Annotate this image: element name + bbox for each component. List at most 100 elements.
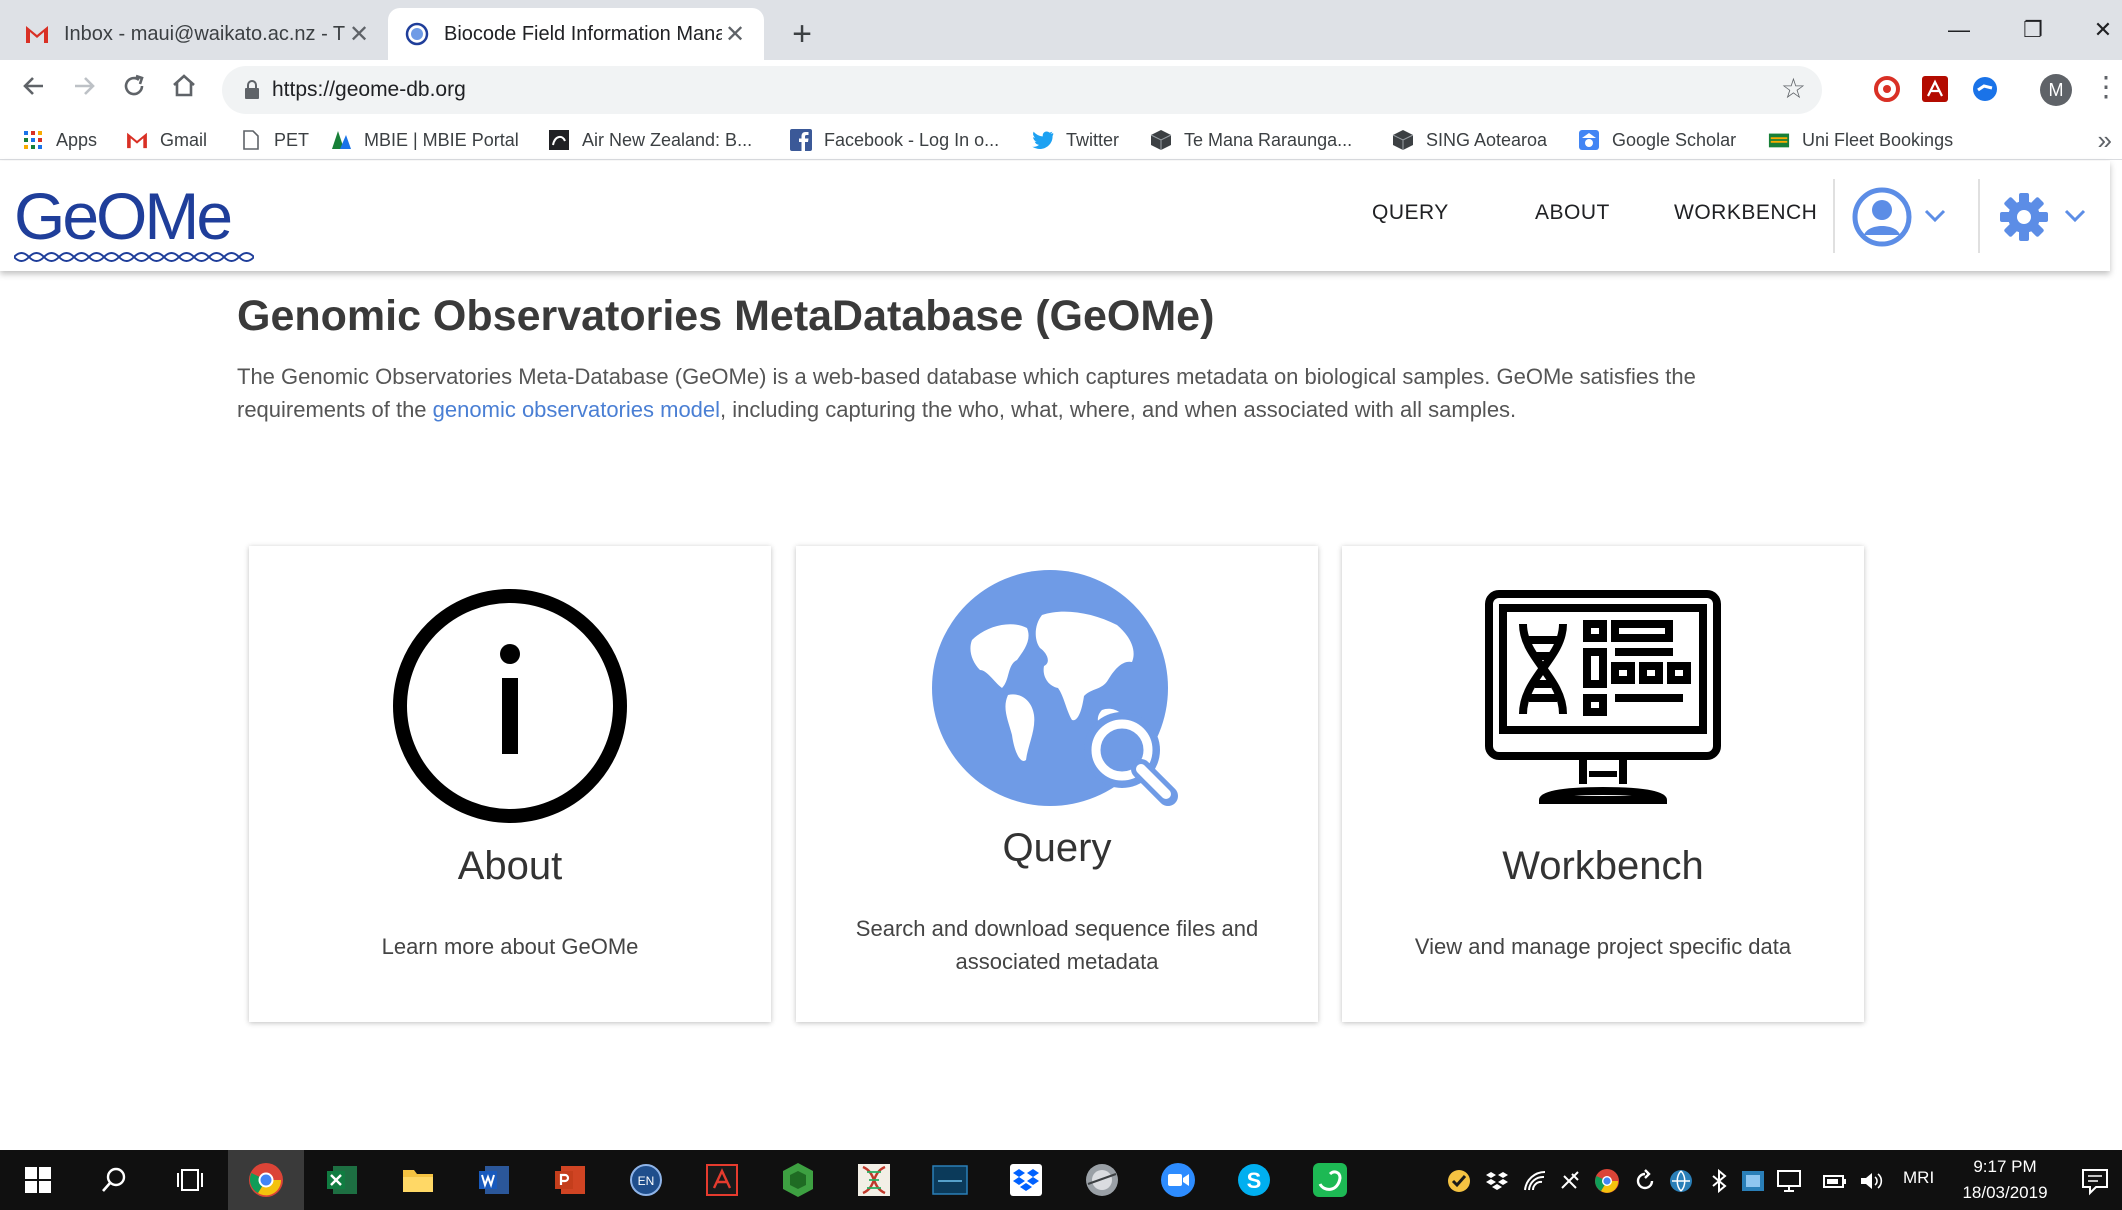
browser-menu-icon[interactable]: ⋮ [2092,70,2120,103]
bookmark-twitter[interactable]: Twitter [1032,120,1119,160]
taskbar-powerpoint[interactable] [532,1150,608,1210]
bookmark-uni-fleet[interactable]: Uni Fleet Bookings [1768,120,1953,160]
bookmark-label: Twitter [1066,129,1120,150]
profile-avatar[interactable]: M [2040,74,2072,106]
tray-volume-icon[interactable] [1858,1168,1884,1194]
taskbar-clock[interactable]: 9:17 PM 18/03/2019 [1950,1154,2060,1206]
tray-dropbox-icon[interactable] [1484,1168,1510,1194]
apps-grid-icon [22,129,44,151]
forward-button[interactable] [62,68,106,112]
bookmark-air-nz[interactable]: Air New Zealand: B... [548,120,752,160]
en-badge-icon: EN [630,1164,662,1196]
card-description: View and manage project specific data [1414,934,1792,959]
folder-icon [403,1170,433,1192]
about-card[interactable]: About Learn more about GeOMe [249,546,771,1022]
task-view-button[interactable] [152,1150,228,1210]
bookmark-gmail[interactable]: Gmail [126,120,207,160]
geome-logo[interactable]: GeOMe [14,181,254,263]
browser-toolbar: https://geome-db.org ☆ M ⋮ [0,60,2122,120]
bookmark-star-icon[interactable]: ☆ [1781,72,1806,105]
nav-query[interactable]: QUERY [1372,201,1449,225]
new-tab-button[interactable]: + [782,12,822,56]
bookmarks-overflow-button[interactable]: » [2098,120,2112,160]
url-text[interactable]: https://geome-db.org [272,66,466,114]
taskbar-file-explorer[interactable] [380,1150,456,1210]
user-menu-button[interactable] [1852,187,1950,247]
bookmark-apps[interactable]: Apps [22,120,97,160]
minimize-button[interactable]: — [1934,8,1984,52]
bookmark-pet[interactable]: PET [240,120,309,160]
taskbar-disc-app[interactable] [1064,1150,1140,1210]
tab-close-icon[interactable]: ✕ [346,20,372,49]
tray-wifi-icon[interactable] [1522,1168,1548,1194]
genomic-observatories-model-link[interactable]: genomic observatories model [433,397,720,422]
address-bar[interactable]: https://geome-db.org ☆ [222,66,1822,114]
bookmark-label: MBIE | MBIE Portal [364,129,519,150]
taskbar-green-check-app[interactable] [1292,1150,1368,1210]
nav-workbench[interactable]: WORKBENCH [1674,201,1817,225]
taskbar-skype[interactable]: S [1216,1150,1292,1210]
taskbar-word[interactable] [456,1150,532,1210]
globe-search-icon [932,570,1178,806]
reload-button[interactable] [112,68,156,112]
home-button[interactable] [162,68,206,112]
language-indicator[interactable]: MRI [1903,1168,1934,1188]
extension-red-swirl-icon[interactable] [1872,74,1902,104]
nav-about[interactable]: ABOUT [1535,201,1610,225]
page-title: Genomic Observatories MetaDatabase (GeOM… [237,292,1215,340]
start-button[interactable] [0,1150,76,1210]
settings-menu-button[interactable] [1998,191,2096,245]
taskbar-dna-app[interactable] [836,1150,912,1210]
bookmark-mbie[interactable]: MBIE | MBIE Portal [330,120,519,160]
extension-blue-icon[interactable] [1970,74,2000,104]
mbie-icon [330,129,352,151]
tray-chrome-icon[interactable] [1594,1168,1620,1194]
back-button[interactable] [12,68,56,112]
svg-text:S: S [1247,1168,1262,1193]
tab-title: Biocode Field Information Manag [444,22,722,45]
tab-title: Inbox - maui@waikato.ac.nz - Th [64,22,346,45]
taskbar-chrome[interactable] [228,1150,304,1210]
query-card[interactable]: Query Search and download sequence files… [796,546,1318,1022]
adobe-acrobat-extension-icon[interactable] [1920,74,1950,104]
bookmark-google-scholar[interactable]: Google Scholar [1578,120,1736,160]
tray-display-icon[interactable] [1776,1168,1802,1194]
notifications-icon[interactable] [2080,1166,2110,1196]
taskbar-language-app[interactable]: EN [608,1150,684,1210]
tab-geome[interactable]: Biocode Field Information Manag ✕ [388,8,764,60]
restore-button[interactable]: ❐ [2008,8,2058,52]
bookmarks-bar: Apps Gmail PET MBIE | MBIE Portal Air Ne… [0,120,2122,160]
tray-blue-app-icon[interactable] [1740,1168,1766,1194]
dropbox-icon [1010,1164,1042,1196]
tray-sync-icon[interactable] [1632,1168,1658,1194]
taskbar-excel[interactable] [304,1150,380,1210]
gmail-icon [24,21,50,47]
taskbar-acrobat[interactable] [684,1150,760,1210]
zoom-icon [1161,1163,1195,1197]
bookmark-sing-aotearoa[interactable]: SING Aotearoa [1392,120,1547,160]
intro-paragraph: The Genomic Observatories Meta-Database … [237,360,1817,426]
svg-text:EN: EN [638,1174,655,1188]
tray-network-icon[interactable] [1668,1168,1694,1194]
tab-gmail-inbox[interactable]: Inbox - maui@waikato.ac.nz - Th ✕ [8,8,388,60]
arrow-right-icon [75,77,95,95]
card-description: Search and download sequence files and a… [855,916,1259,974]
search-button[interactable] [76,1150,152,1210]
tray-battery-icon[interactable] [1822,1168,1848,1194]
tray-norton-icon[interactable] [1446,1168,1472,1194]
taskbar-dropbox[interactable] [988,1150,1064,1210]
bookmark-te-mana-raraunga[interactable]: Te Mana Raraunga... [1150,120,1352,160]
tab-close-icon[interactable]: ✕ [722,20,748,49]
taskbar-dark-app[interactable] [912,1150,988,1210]
workbench-card[interactable]: Workbench View and manage project specif… [1342,546,1864,1022]
bookmark-label: SING Aotearoa [1426,129,1548,150]
close-window-button[interactable]: ✕ [2078,8,2122,52]
tray-bluetooth-icon[interactable] [1706,1168,1732,1194]
dna-strand-icon [14,252,254,262]
taskbar-zoom[interactable] [1140,1150,1216,1210]
fleet-icon [1768,129,1790,151]
card-title: Workbench [1502,844,1704,888]
bookmark-facebook[interactable]: Facebook - Log In o... [790,120,999,160]
taskbar-green-app[interactable] [760,1150,836,1210]
tray-satellite-icon[interactable] [1558,1168,1584,1194]
